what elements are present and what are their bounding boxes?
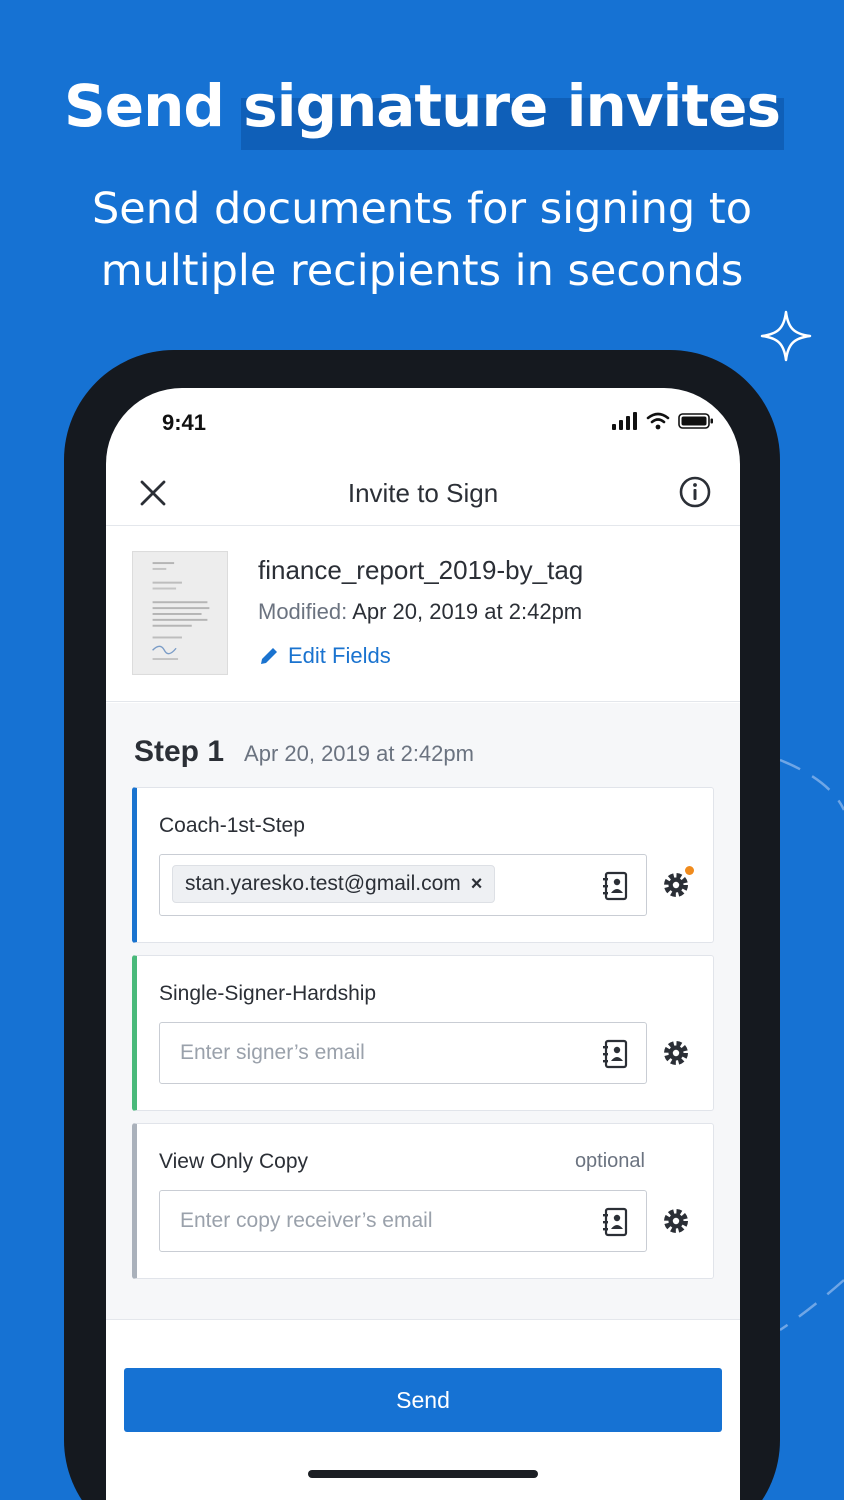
- recipient-card-single-signer: Single-Signer-Hardship Enter signer’s em…: [132, 955, 714, 1111]
- document-modified: Modified: Apr 20, 2019 at 2:42pm: [258, 599, 582, 625]
- gear-icon[interactable]: [661, 1038, 691, 1068]
- modified-value: Apr 20, 2019 at 2:42pm: [352, 599, 583, 624]
- document-summary: finance_report_2019-by_tag Modified: Apr…: [106, 527, 740, 702]
- modified-label: Modified:: [258, 599, 348, 624]
- signal-icon: [612, 412, 637, 430]
- email-chip-text: stan.yaresko.test@gmail.com: [185, 872, 461, 895]
- gear-icon[interactable]: [661, 1206, 691, 1236]
- recipient-card-coach: Coach-1st-Step stan.yaresko.test@gmail.c…: [132, 787, 714, 943]
- subtitle-line-2: multiple recipients in seconds: [100, 246, 744, 296]
- send-button[interactable]: Send: [124, 1368, 722, 1432]
- headline-plain: Send: [63, 72, 225, 140]
- contacts-book-icon[interactable]: [602, 1039, 630, 1069]
- step-section: Step 1 Apr 20, 2019 at 2:42pm Coach-1st-…: [106, 703, 740, 1320]
- subtitle-line-1: Send documents for signing to: [91, 184, 752, 234]
- status-icons: [612, 412, 714, 430]
- document-thumbnail[interactable]: [132, 551, 228, 675]
- edit-fields-label: Edit Fields: [288, 643, 391, 668]
- email-chip[interactable]: stan.yaresko.test@gmail.com ×: [172, 865, 496, 903]
- sparkle-icon: [760, 310, 812, 362]
- pencil-icon: [261, 648, 277, 664]
- headline-highlight: signature invites: [241, 72, 784, 150]
- step-date: Apr 20, 2019 at 2:42pm: [244, 741, 474, 766]
- contacts-book-icon[interactable]: [602, 1207, 630, 1237]
- remove-chip-icon[interactable]: ×: [471, 873, 483, 896]
- decorative-curve: [779, 758, 844, 1332]
- step-title: Step 1: [134, 735, 225, 768]
- recipient-role: Coach-1st-Step: [159, 814, 305, 837]
- signer-email-field[interactable]: stan.yaresko.test@gmail.com ×: [159, 854, 647, 916]
- info-icon[interactable]: [678, 475, 712, 509]
- phone-screen: 9:41 Invite to Sign finance_report_2019-…: [106, 388, 740, 1500]
- recipient-card-view-only: View Only Copy optional Enter copy recei…: [132, 1123, 714, 1279]
- home-indicator: [308, 1470, 538, 1478]
- recipient-role: Single-Signer-Hardship: [159, 982, 377, 1005]
- email-placeholder: Enter signer’s email: [180, 1041, 365, 1064]
- document-name: finance_report_2019-by_tag: [258, 555, 584, 585]
- recipient-role: View Only Copy: [159, 1150, 309, 1173]
- signer-email-field[interactable]: Enter signer’s email: [159, 1022, 647, 1084]
- wifi-icon: [646, 412, 670, 430]
- status-bar: 9:41: [106, 408, 740, 438]
- edit-fields-link[interactable]: Edit Fields: [258, 643, 391, 669]
- contacts-book-icon[interactable]: [602, 871, 630, 901]
- promo-subtitle: Send documents for signing to multiple r…: [60, 178, 784, 302]
- promo-headline: Send signature invites: [0, 72, 844, 150]
- email-placeholder: Enter copy receiver’s email: [180, 1209, 433, 1232]
- notification-dot: [685, 866, 694, 875]
- nav-bar: Invite to Sign: [106, 466, 740, 526]
- page-title: Invite to Sign: [347, 478, 499, 508]
- battery-icon: [678, 413, 713, 429]
- copy-receiver-email-field[interactable]: Enter copy receiver’s email: [159, 1190, 647, 1252]
- step-header: Step 1 Apr 20, 2019 at 2:42pm: [134, 735, 474, 769]
- status-time: 9:41: [162, 410, 207, 435]
- optional-label: optional: [574, 1150, 645, 1172]
